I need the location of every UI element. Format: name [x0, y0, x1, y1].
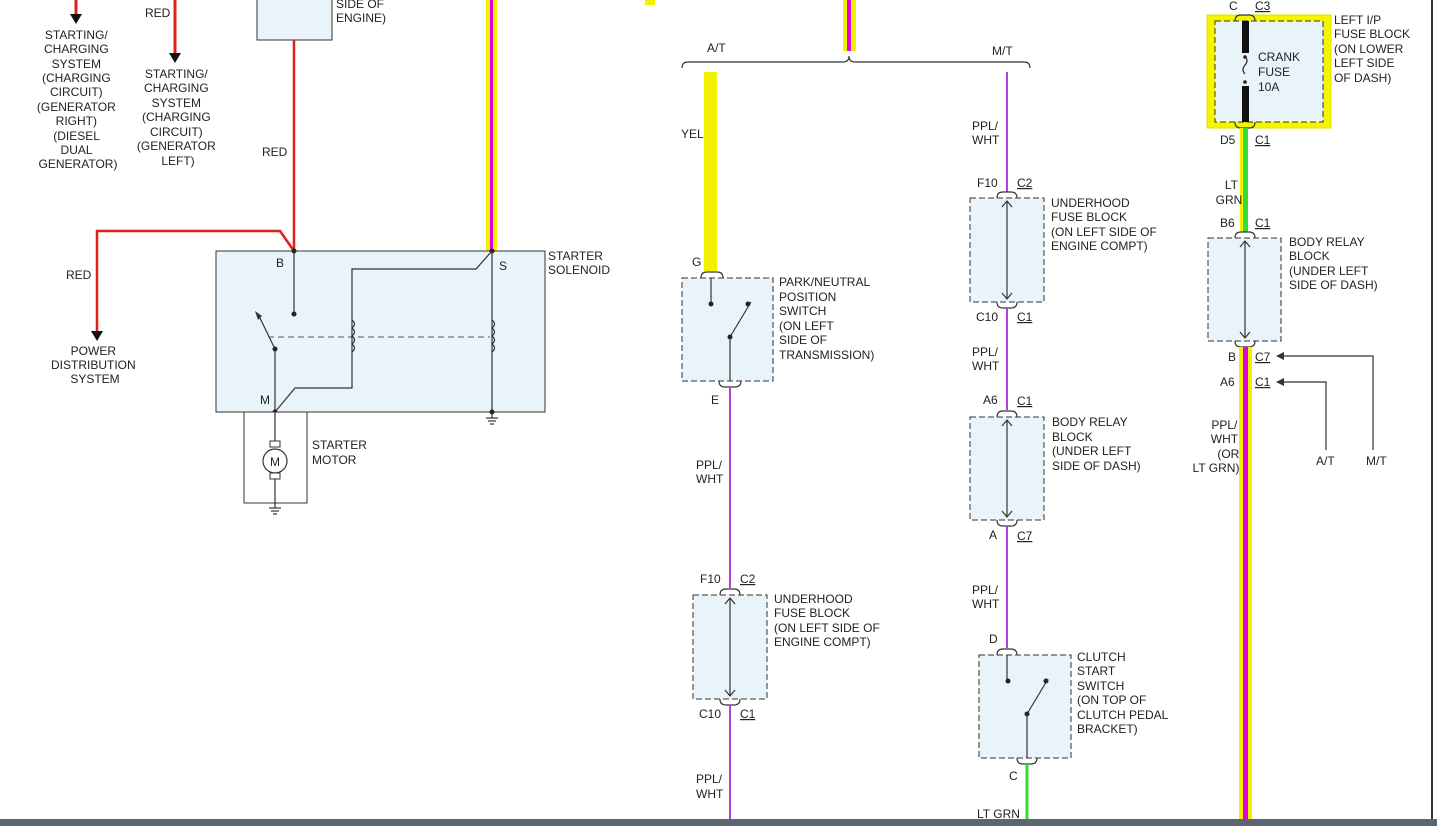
fuse-d5-label: D5: [1220, 133, 1236, 147]
charging-right-label: STARTING/ CHARGING SYSTEM (CHARGING CIRC…: [37, 28, 119, 171]
brb-right-b6-label: B6: [1220, 216, 1235, 230]
ufb-mid-f10-label: F10: [977, 176, 998, 190]
terminal-s-label: S: [499, 259, 507, 273]
brb-right-a6-label: A6: [1220, 375, 1235, 389]
brb-mid-a-label: A: [989, 528, 997, 542]
pnp-e-label: E: [711, 393, 719, 407]
ppl-wht-mt-3-label: PPL/ WHT: [972, 583, 1001, 611]
green-wire-right: [1243, 128, 1248, 232]
clutch-start-switch-label: CLUTCH START SWITCH (ON TOP OF CLUTCH PE…: [1077, 650, 1171, 736]
at-reference-arrow: [1276, 378, 1327, 450]
side-of-engine-label: SIDE OF ENGINE): [336, 0, 387, 25]
fuse-c-label: C: [1229, 0, 1238, 13]
underhood-fuse-block-left-label: UNDERHOOD FUSE BLOCK (ON LEFT SIDE OF EN…: [774, 592, 883, 649]
mt-reference-arrow: [1276, 352, 1374, 450]
mt-right-label: M/T: [1366, 454, 1387, 468]
underhood-fuse-block-mid-label: UNDERHOOD FUSE BLOCK (ON LEFT SIDE OF EN…: [1051, 196, 1160, 253]
brb-mid-c1-label: C1: [1017, 394, 1033, 408]
clutch-c-label: C: [1009, 769, 1018, 783]
red-left-label: RED: [66, 268, 92, 282]
motor-symbol-label: M: [270, 455, 280, 469]
wiring-diagram: STARTING/ CHARGING SYSTEM (CHARGING CIRC…: [37, 0, 1413, 821]
ufb-mid-c10-label: C10: [976, 310, 998, 324]
yel-label: YEL: [681, 127, 704, 141]
ufb-mid-c1-label: C1: [1017, 310, 1033, 324]
red-top-label: RED: [145, 6, 171, 20]
red-mid-label: RED: [262, 145, 288, 159]
brb-right-c7-label: C7: [1255, 350, 1271, 364]
brb-right-c1-label: C1: [1255, 216, 1271, 230]
terminal-m-label: M: [260, 393, 270, 407]
power-distribution-arrow: [91, 331, 103, 341]
ufb-left-f10-label: F10: [700, 572, 721, 586]
pnp-g-label: G: [692, 255, 701, 269]
pink-stripe-top-mid: [847, 0, 851, 51]
yellow-wire-at: [704, 72, 717, 271]
ufb-left-c1-label: C1: [740, 707, 756, 721]
clutch-start-switch-box: [978, 654, 1072, 759]
charging-left-label: STARTING/ CHARGING SYSTEM (CHARGING CIRC…: [137, 67, 219, 168]
top-mid-yellow-marker: [645, 0, 655, 5]
pink-stripe-right-bottom: [1243, 347, 1248, 820]
mt-top-label: M/T: [992, 44, 1013, 58]
brb-mid-c7-label: C7: [1017, 529, 1033, 543]
starter-solenoid-label: STARTER SOLENOID: [548, 249, 610, 277]
left-ip-fuse-block-label: LEFT I/P FUSE BLOCK (ON LOWER LEFT SIDE …: [1334, 13, 1413, 85]
brb-right-c1b-label: C1: [1255, 375, 1271, 389]
page-right-border: [1431, 0, 1433, 819]
ufb-mid-c2-label: C2: [1017, 176, 1033, 190]
park-neutral-switch-box: [681, 277, 774, 382]
at-top-label: A/T: [707, 41, 726, 55]
fuse-c3-label: C3: [1255, 0, 1271, 13]
starter-solenoid-box: [215, 250, 546, 413]
clutch-d-label: D: [989, 632, 998, 646]
fuse-c1-label: C1: [1255, 133, 1271, 147]
viewer-bottom-bar: [0, 819, 1437, 826]
charging-left-arrow: [169, 0, 181, 63]
ufb-left-c10-label: C10: [699, 707, 721, 721]
ppl-wht-at-2-label: PPL/ WHT: [696, 772, 725, 801]
ppl-wht-at-1-label: PPL/ WHT: [696, 458, 725, 486]
ppl-wht-mt-1-label: PPL/ WHT: [972, 119, 1001, 147]
charging-right-arrow: [70, 0, 82, 24]
body-relay-block-mid-label: BODY RELAY BLOCK (UNDER LEFT SIDE OF DAS…: [1052, 415, 1141, 473]
at-mt-bracket: [681, 55, 1031, 69]
park-neutral-switch-label: PARK/NEUTRAL POSITION SWITCH (ON LEFT SI…: [779, 275, 874, 362]
lt-grn-right-label: LT GRN: [1216, 178, 1243, 207]
body-relay-block-right-label: BODY RELAY BLOCK (UNDER LEFT SIDE OF DAS…: [1289, 235, 1378, 292]
starter-motor-label: STARTER MOTOR: [312, 438, 370, 467]
engine-side-component: [256, 0, 333, 41]
pink-stripe-s: [490, 0, 493, 251]
ppl-wht-or-ltgrn-label: PPL/ WHT (OR LT GRN): [1193, 418, 1243, 475]
brb-right-b-label: B: [1228, 350, 1236, 364]
brb-mid-a6-label: A6: [983, 393, 998, 407]
at-right-label: A/T: [1316, 454, 1335, 468]
ppl-wht-mt-2-label: PPL/ WHT: [972, 345, 1001, 373]
terminal-b-label: B: [276, 256, 284, 270]
ufb-left-c2-label: C2: [740, 572, 756, 586]
power-distribution-label: POWER DISTRIBUTION SYSTEM: [51, 344, 139, 386]
